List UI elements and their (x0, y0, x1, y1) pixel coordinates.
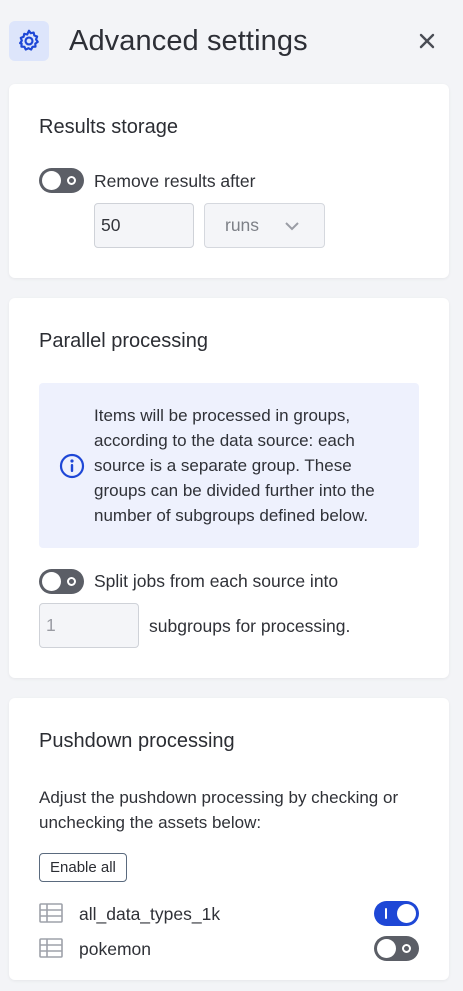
toggle-off-indicator (67, 176, 76, 185)
remove-results-label: Remove results after (94, 171, 256, 191)
split-jobs-toggle[interactable] (39, 569, 84, 594)
chevron-down-icon (285, 222, 299, 231)
results-unit-select[interactable]: runs (204, 203, 325, 248)
enable-all-button[interactable]: Enable all (39, 853, 127, 882)
toggle-off-indicator (67, 577, 76, 586)
subgroups-suffix-label: subgroups for processing. (149, 616, 351, 636)
toggle-knob (397, 904, 416, 923)
toggle-knob (42, 171, 61, 190)
asset-name: all_data_types_1k (79, 904, 221, 924)
table-icon (39, 903, 63, 923)
table-icon (39, 938, 63, 958)
results-storage-title: Results storage (39, 116, 178, 138)
results-count-input[interactable]: 50 (94, 203, 194, 248)
asset-toggle-pokemon[interactable] (374, 936, 419, 961)
asset-name: pokemon (79, 939, 151, 959)
panel-header: Advanced settings (0, 0, 463, 82)
pushdown-processing-title: Pushdown processing (39, 730, 235, 752)
split-jobs-label: Split jobs from each source into (94, 571, 339, 591)
parallel-processing-card: Parallel processing Items will be proces… (9, 298, 449, 678)
results-unit-value: runs (225, 215, 260, 235)
parallel-processing-title: Parallel processing (39, 330, 208, 352)
subgroups-input[interactable]: 1 (39, 603, 139, 648)
info-box: Items will be processed in groups, accor… (39, 383, 419, 548)
remove-results-toggle[interactable] (39, 168, 84, 193)
gear-icon (9, 21, 49, 61)
close-icon[interactable] (414, 28, 440, 54)
info-text: Items will be processed in groups, accor… (94, 406, 375, 525)
asset-toggle-all-data-types[interactable] (374, 901, 419, 926)
results-storage-card: Results storage Remove results after 50 … (9, 84, 449, 278)
page-title: Advanced settings (69, 25, 308, 57)
toggle-knob (377, 939, 396, 958)
info-icon (59, 453, 85, 479)
toggle-knob (42, 572, 61, 591)
toggle-off-indicator (402, 944, 411, 953)
pushdown-processing-card: Pushdown processing Adjust the pushdown … (9, 698, 449, 980)
pushdown-description: Adjust the pushdown processing by checki… (39, 788, 399, 832)
toggle-on-indicator (385, 908, 387, 919)
